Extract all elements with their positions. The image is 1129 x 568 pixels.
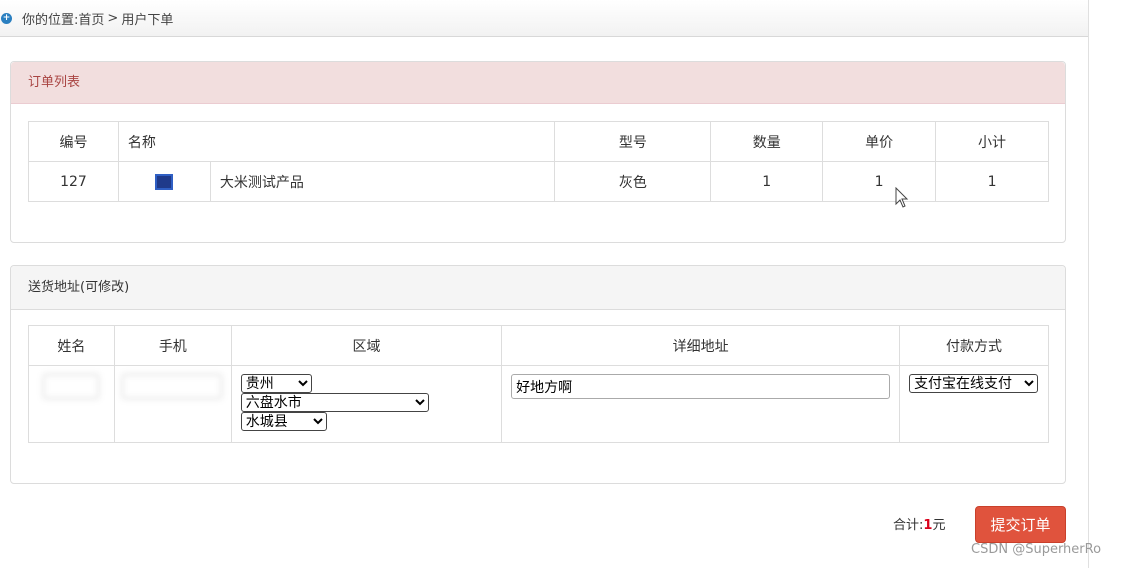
- header-subtotal: 小计: [935, 121, 1049, 162]
- product-thumbnail-cell: [117, 161, 211, 202]
- order-id: 127: [28, 161, 119, 202]
- order-list-panel: 订单列表 编号 名称 型号 数量 单价 小计 127 大米测试产品 灰色 1 1…: [10, 61, 1066, 243]
- csdn-watermark: CSDN @SuperherRo: [971, 542, 1102, 557]
- order-table-header: 编号 名称 型号 数量 单价 小计: [28, 121, 1049, 162]
- breadcrumb: + 你的位置: 首页 > 用户下单: [0, 0, 1088, 37]
- product-model: 灰色: [554, 161, 712, 202]
- product-image-icon[interactable]: [155, 173, 174, 190]
- address-table: 姓名 手机 区域 详细地址 付款方式 贵州 六盘水市 水城县 支付宝在线支付: [28, 325, 1049, 443]
- address-row: 贵州 六盘水市 水城县 支付宝在线支付: [28, 365, 1049, 443]
- detailed-address-input[interactable]: [511, 374, 891, 399]
- header-unit-price: 单价: [822, 121, 937, 162]
- total-label: 合计:: [893, 518, 924, 533]
- shipping-address-panel: 送货地址(可修改) 姓名 手机 区域 详细地址 付款方式 贵州 六盘水市 水城县: [10, 265, 1066, 484]
- header-address: 详细地址: [501, 325, 901, 366]
- breadcrumb-separator: >: [107, 10, 119, 26]
- product-unit-price: 1: [822, 161, 937, 202]
- city-select[interactable]: 六盘水市: [240, 393, 429, 412]
- province-select[interactable]: 贵州: [240, 374, 312, 393]
- breadcrumb-current: 用户下单: [121, 12, 174, 28]
- order-total: 合计:1元: [893, 514, 945, 533]
- breadcrumb-prefix: 你的位置:: [22, 12, 79, 28]
- product-subtotal: 1: [935, 161, 1049, 202]
- header-id: 编号: [28, 121, 119, 162]
- header-region: 区域: [230, 325, 503, 366]
- phone-field[interactable]: [121, 374, 222, 399]
- product-name[interactable]: 大米测试产品: [209, 161, 556, 202]
- recipient-name-field[interactable]: [43, 374, 99, 399]
- total-currency: 元: [932, 518, 946, 533]
- header-payment: 付款方式: [899, 325, 1049, 366]
- submit-order-button[interactable]: 提交订单: [975, 506, 1066, 543]
- page-edge-divider: [1088, 0, 1089, 568]
- mouse-cursor-icon: [895, 187, 909, 208]
- header-recipient-name: 姓名: [28, 325, 115, 366]
- county-select[interactable]: 水城县: [240, 412, 327, 431]
- order-list-title: 订单列表: [11, 62, 1065, 104]
- product-qty: 1: [710, 161, 824, 202]
- payment-method-select[interactable]: 支付宝在线支付: [909, 374, 1039, 393]
- header-model: 型号: [554, 121, 712, 162]
- address-table-header: 姓名 手机 区域 详细地址 付款方式: [28, 325, 1049, 366]
- shipping-address-title: 送货地址(可修改): [11, 266, 1065, 310]
- header-name: 名称: [117, 121, 556, 162]
- header-phone: 手机: [113, 325, 232, 366]
- breadcrumb-home-link[interactable]: 首页: [78, 9, 104, 28]
- plus-circle-icon: +: [1, 12, 12, 24]
- header-qty: 数量: [710, 121, 824, 162]
